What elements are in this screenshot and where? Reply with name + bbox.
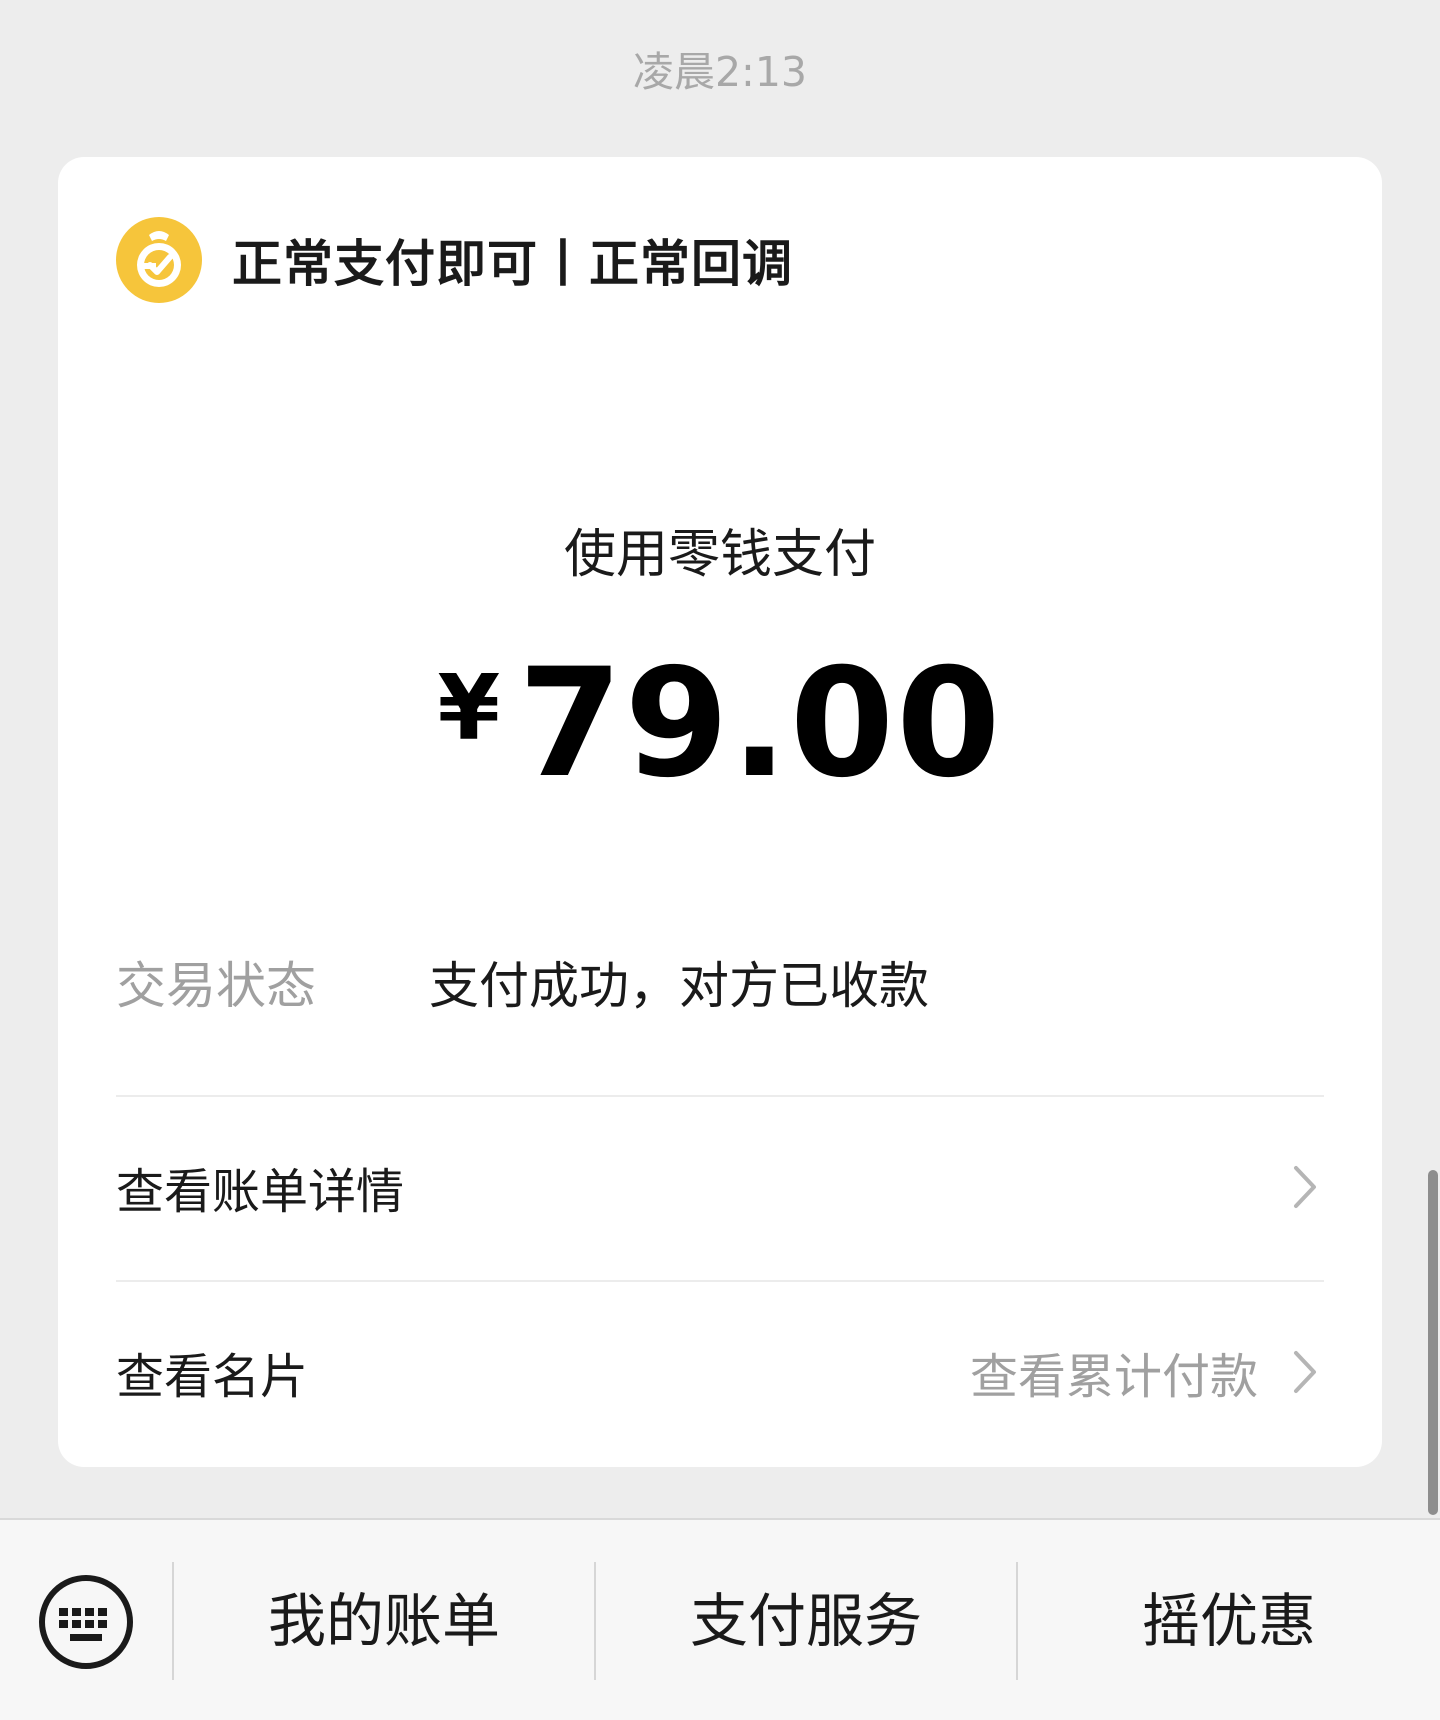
transaction-status-row: 交易状态 支付成功，对方已收款 xyxy=(116,937,1324,1027)
status-value: 支付成功，对方已收款 xyxy=(429,957,929,1015)
divider xyxy=(116,1280,1324,1282)
view-cumulative-payments-link[interactable]: 查看累计付款 xyxy=(970,1337,1258,1407)
currency-symbol: ¥ xyxy=(437,656,501,761)
payment-notification-card[interactable]: 正常支付即可丨正常回调 使用零钱支付 ¥79.00 交易状态 支付成功，对方已收… xyxy=(58,157,1382,1467)
chevron-right-icon xyxy=(1294,1351,1316,1393)
keyboard-icon[interactable] xyxy=(36,1572,136,1672)
merchant-logo-icon xyxy=(116,217,202,303)
scrollbar[interactable] xyxy=(1428,1170,1438,1515)
view-business-card-row[interactable]: 查看名片 查看累计付款 xyxy=(116,1297,1324,1447)
menu-my-bills[interactable]: 我的账单 xyxy=(174,1520,594,1720)
view-bill-details-label: 查看账单详情 xyxy=(116,1164,405,1220)
amount-value: 79.00 xyxy=(518,637,1003,811)
merchant-header: 正常支付即可丨正常回调 xyxy=(116,217,793,303)
menu-payment-services[interactable]: 支付服务 xyxy=(596,1520,1016,1720)
chat-screen: 凌晨2:13 正常支付即可丨正常回调 使用零钱支付 ¥79.00 交易状态 支付… xyxy=(0,0,1440,1720)
status-label: 交易状态 xyxy=(116,957,316,1015)
payment-method: 使用零钱支付 xyxy=(563,525,876,585)
chevron-right-icon xyxy=(1294,1166,1316,1208)
view-bill-details-row[interactable]: 查看账单详情 xyxy=(116,1112,1324,1262)
bottom-menu-bar: 我的账单 支付服务 摇优惠 xyxy=(0,1518,1440,1720)
row-right: 查看累计付款 xyxy=(970,1337,1324,1407)
row-right xyxy=(1258,1162,1324,1212)
payment-amount: ¥79.00 xyxy=(58,637,1382,811)
menu-shake-discounts[interactable]: 摇优惠 xyxy=(1018,1520,1440,1720)
merchant-name: 正常支付即可丨正常回调 xyxy=(232,235,793,293)
divider xyxy=(116,1095,1324,1097)
view-business-card-label: 查看名片 xyxy=(116,1349,309,1405)
message-timestamp: 凌晨2:13 xyxy=(632,48,808,96)
